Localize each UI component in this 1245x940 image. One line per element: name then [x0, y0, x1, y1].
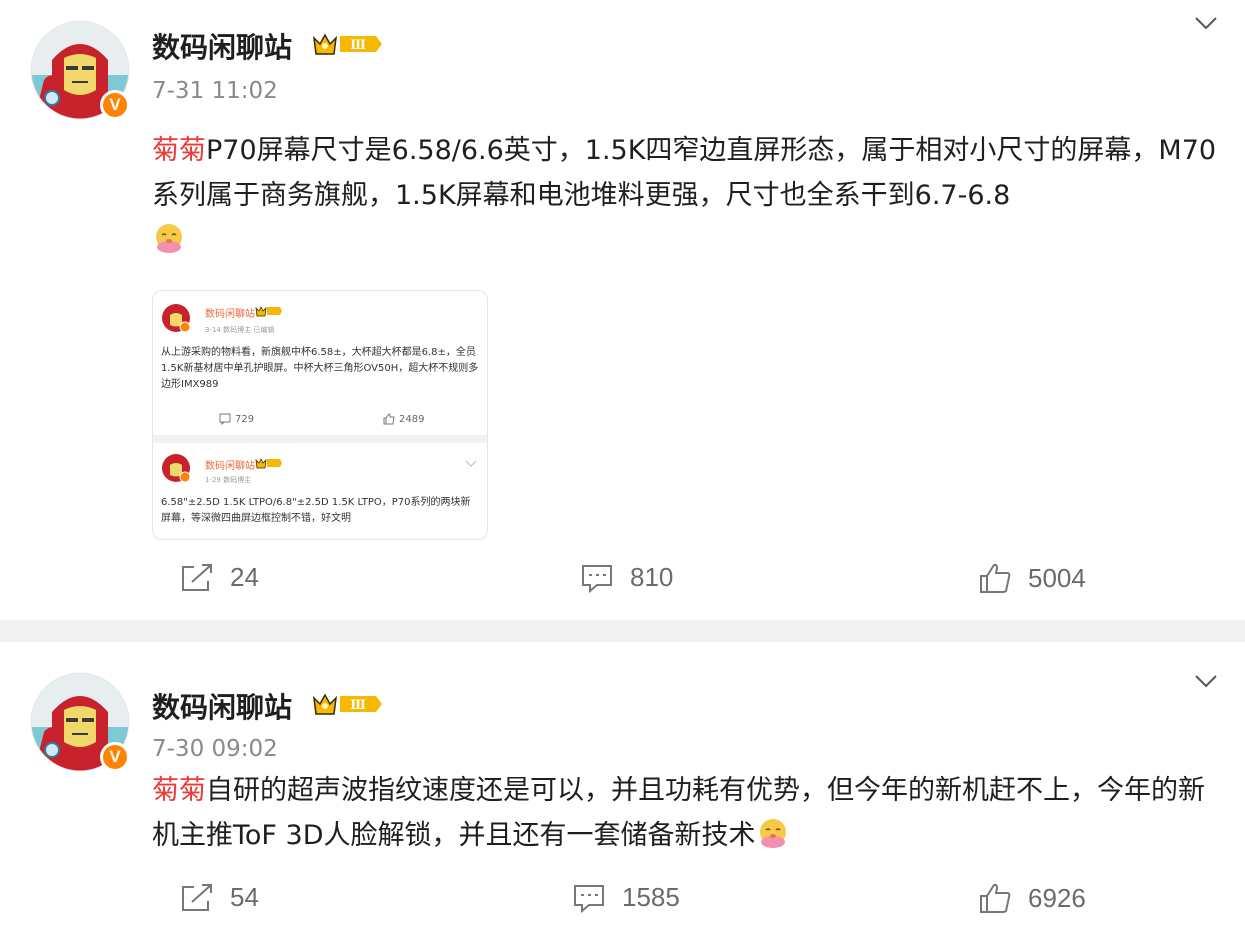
vip-level-icon[interactable]: Ⅲ: [312, 30, 384, 58]
repost-count: 54: [230, 882, 259, 912]
comment-count: 1585: [622, 882, 680, 912]
comment-icon: [582, 564, 612, 593]
chevron-down-icon[interactable]: [1193, 668, 1219, 694]
post-divider: [0, 620, 1245, 642]
like-button[interactable]: 5004: [978, 562, 1086, 594]
verified-badge: V: [100, 742, 130, 772]
chevron-down-icon[interactable]: [1193, 10, 1219, 36]
repost-icon: [182, 883, 212, 911]
thumbs-up-icon: [980, 883, 1011, 913]
weibo-post: V 数码闲聊站 Ⅲ 7-31 11:02 菊菊P70屏幕尺寸是6.58/6.6英…: [0, 0, 1245, 620]
repost-icon: [182, 563, 212, 591]
embedded-text: 从上游采购的物料看，新旗舰中杯6.58±，大杯超大杯都是6.8±，全员1.5K新…: [161, 347, 479, 390]
like-count: 6926: [1028, 882, 1086, 913]
vip-level-icon[interactable]: Ⅲ: [312, 690, 384, 718]
like-count: 5004: [1028, 562, 1086, 593]
action-bar: 54 1585 6926: [0, 882, 1245, 922]
repost-button[interactable]: 54: [180, 882, 259, 913]
embedded-author-name: 数码闲聊站: [205, 461, 255, 472]
post-time[interactable]: 7-30 09:02: [152, 736, 278, 762]
embedded-comment-count: 729: [235, 413, 255, 425]
embedded-like-count: 2489: [399, 413, 425, 425]
thumbs-up-icon: [980, 563, 1011, 593]
post-time[interactable]: 7-31 11:02: [152, 78, 278, 104]
avatar: [162, 304, 191, 333]
post-text: 自研的超声波指纹速度还是可以，并且功耗有优势，但今年的新机赶不上，今年的新机主推…: [152, 775, 1205, 851]
avatar: [162, 454, 191, 483]
author-name[interactable]: 数码闲聊站: [152, 686, 292, 726]
chevron-down-icon: [465, 460, 477, 467]
doge-face-emoji-icon: [156, 224, 182, 253]
svg-text:Ⅲ: Ⅲ: [350, 698, 366, 713]
embedded-comments: 729: [219, 413, 254, 425]
doge-face-emoji-icon: [759, 819, 786, 848]
post-text: P70屏幕尺寸是6.58/6.6英寸，1.5K四窄边直屏形态，属于相对小尺寸的屏…: [152, 135, 1217, 211]
post-content: 菊菊自研的超声波指纹速度还是可以，并且功耗有优势，但今年的新机赶不上，今年的新机…: [152, 768, 1223, 858]
embedded-meta: 1-29 数码博主: [205, 476, 252, 484]
embedded-author-name: 数码闲聊站: [205, 309, 255, 320]
svg-text:Ⅲ: Ⅲ: [350, 38, 366, 53]
vip-level-icon: [255, 306, 282, 317]
hashtag-link[interactable]: 菊菊: [152, 135, 206, 166]
repost-count: 24: [230, 562, 259, 592]
comment-icon: [219, 413, 231, 425]
weibo-post: V 数码闲聊站 Ⅲ 7-30 09:02 菊菊自研的超声波指纹速度还是可以，并且…: [0, 642, 1245, 940]
like-button[interactable]: 6926: [978, 882, 1086, 914]
thumbs-up-icon: [383, 413, 395, 425]
comment-icon: [574, 884, 604, 913]
action-bar: 24 810 5004: [0, 562, 1245, 602]
comment-button[interactable]: 810: [580, 562, 673, 593]
vip-level-icon: [255, 458, 282, 469]
comment-button[interactable]: 1585: [572, 882, 680, 913]
embedded-text: 6.58"±2.5D 1.5K LTPO/6.8"±2.5D 1.5K LTPO…: [161, 497, 471, 524]
post-content: 菊菊P70屏幕尺寸是6.58/6.6英寸，1.5K四窄边直屏形态，属于相对小尺寸…: [152, 128, 1223, 263]
verified-badge: V: [100, 90, 130, 120]
author-name[interactable]: 数码闲聊站: [152, 26, 292, 66]
hashtag-link[interactable]: 菊菊: [152, 775, 206, 806]
embedded-meta: 3-14 数码博主 已编辑: [205, 326, 275, 334]
comment-count: 810: [630, 562, 674, 592]
embedded-image[interactable]: 数码闲聊站 3-14 数码博主 已编辑 从上游采购的物料看，新旗舰中杯6.58±…: [152, 290, 488, 540]
divider: [153, 435, 487, 443]
embedded-likes: 2489: [383, 413, 424, 425]
repost-button[interactable]: 24: [180, 562, 259, 593]
